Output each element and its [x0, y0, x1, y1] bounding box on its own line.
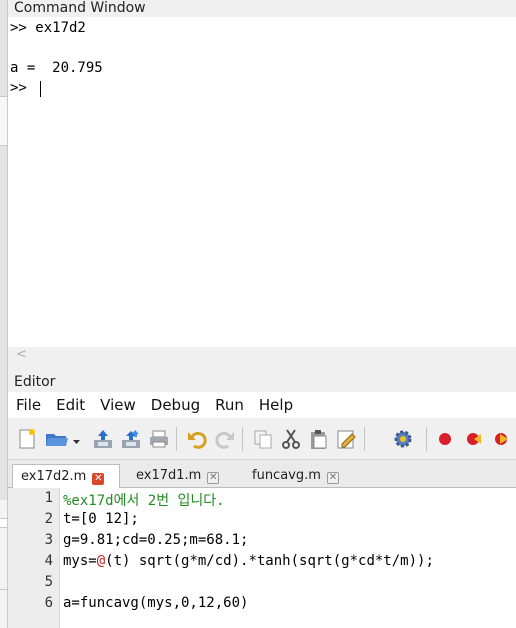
line-number: 3 [44, 532, 53, 548]
left-panel-strip-lower [0, 500, 8, 628]
run-icon[interactable] [490, 428, 512, 450]
strip-mark [0, 96, 7, 146]
settings-icon[interactable] [392, 428, 414, 450]
breakpoint-icon[interactable] [434, 428, 456, 450]
text-caret [40, 81, 41, 97]
command-window-title: Command Window [8, 0, 516, 17]
code-token-handle: @ [96, 553, 106, 569]
copy-icon[interactable] [252, 428, 274, 450]
editor-toolbar [8, 418, 516, 460]
code-line-4: mys=@(t) sqrt(g*m/cd).*tanh(sqrt(g*cd*t/… [63, 553, 434, 569]
paste-icon[interactable] [308, 428, 330, 450]
code-token: mys= [63, 553, 97, 569]
save-all-icon[interactable] [120, 428, 142, 450]
code-line-3: g=9.81;cd=0.25;m=68.1; [63, 532, 249, 548]
menu-debug[interactable]: Debug [151, 396, 200, 414]
tab-ex17d1[interactable]: ex17d1.m ✕ [128, 464, 236, 488]
dropdown-arrow-icon[interactable] [72, 428, 82, 450]
command-window-horizontal-scrollbar[interactable]: < [8, 347, 516, 367]
tab-ex17d2[interactable]: ex17d2.m ✕ [12, 464, 120, 488]
code-line-6: a=funcavg(mys,0,12,60) [63, 595, 249, 611]
tab-label: ex17d1.m [136, 468, 202, 483]
toolbar-separator [364, 427, 365, 451]
tab-funcavg[interactable]: funcavg.m ✕ [244, 464, 352, 488]
toolbar-separator [176, 427, 177, 451]
undo-icon[interactable] [186, 428, 208, 450]
line-number: 5 [44, 574, 53, 590]
scroll-left-icon[interactable]: < [16, 347, 27, 362]
line-number: 2 [44, 511, 53, 527]
editor-title: Editor [14, 374, 56, 390]
tab-label: funcavg.m [252, 468, 321, 483]
line-number: 4 [44, 553, 53, 569]
cut-icon[interactable] [280, 428, 302, 450]
line-number-gutter: 1 2 3 4 5 6 [8, 488, 60, 628]
menu-run[interactable]: Run [215, 396, 244, 414]
print-icon[interactable] [148, 428, 170, 450]
edit-icon[interactable] [336, 428, 358, 450]
toolbar-separator [242, 427, 243, 451]
save-icon[interactable] [92, 428, 114, 450]
strip-mark [0, 518, 7, 528]
code-token: (t) sqrt(g*m/cd).*tanh(sqrt(g*cd*t/m)); [105, 553, 434, 569]
code-line-2: t=[0 12]; [63, 511, 139, 527]
open-folder-icon[interactable] [44, 428, 70, 450]
menu-help[interactable]: Help [259, 396, 293, 414]
tab-label: ex17d2.m [21, 469, 87, 484]
menu-edit[interactable]: Edit [56, 396, 85, 414]
command-window[interactable]: >> ex17d2 a = 20.795 >> [8, 17, 516, 347]
command-line: >> ex17d2 [10, 20, 86, 36]
line-number: 1 [44, 490, 53, 506]
close-icon[interactable]: ✕ [92, 473, 105, 485]
editor-tabbar: ex17d2.m ✕ ex17d1.m ✕ funcavg.m ✕ [8, 460, 516, 488]
line-number: 6 [44, 595, 53, 611]
command-output: a = 20.795 [10, 60, 103, 76]
menu-view[interactable]: View [100, 396, 136, 414]
strip-mark [0, 530, 7, 590]
toolbar-separator [426, 427, 427, 451]
close-icon[interactable]: ✕ [207, 472, 220, 484]
editor-menubar: File Edit View Debug Run Help [8, 392, 516, 418]
redo-icon[interactable] [214, 428, 236, 450]
menu-file[interactable]: File [16, 396, 41, 414]
step-back-icon[interactable] [462, 428, 484, 450]
command-prompt[interactable]: >> [10, 80, 35, 96]
new-file-icon[interactable] [16, 428, 38, 450]
close-icon[interactable]: ✕ [326, 472, 339, 484]
code-line-1: %ex17d에서 2번 입니다. [63, 493, 225, 509]
code-editor[interactable]: 1 2 3 4 5 6 %ex17d에서 2번 입니다. t=[0 12]; g… [8, 488, 516, 628]
